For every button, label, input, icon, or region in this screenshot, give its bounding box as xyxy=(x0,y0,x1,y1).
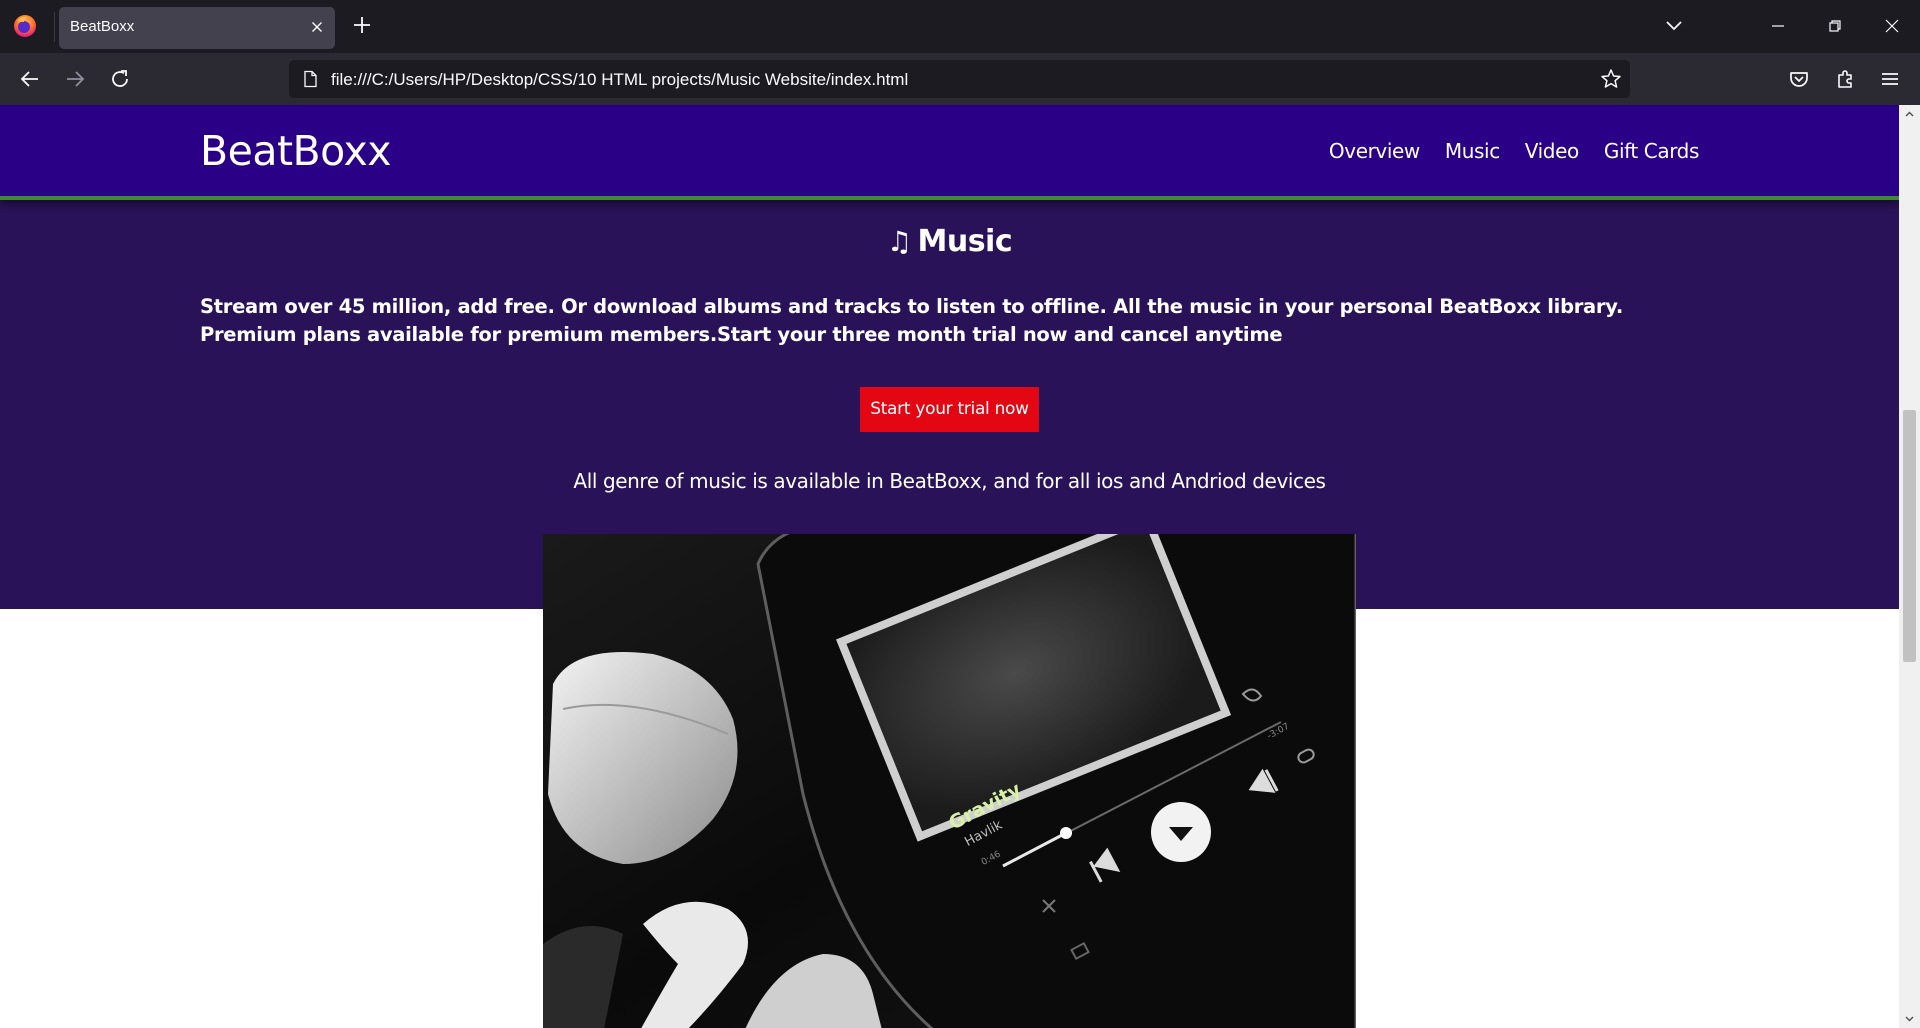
brand-logo[interactable]: BeatBoxx xyxy=(200,127,392,175)
music-note-icon: ♫ xyxy=(886,225,912,258)
scroll-up-arrow-icon[interactable] xyxy=(1903,108,1916,121)
firefox-logo-icon[interactable] xyxy=(12,13,38,39)
genre-text: All genre of music is available in BeatB… xyxy=(573,469,1326,493)
close-tab-icon[interactable] xyxy=(309,19,325,35)
page-scrollbar[interactable] xyxy=(1899,105,1920,1028)
scrollbar-thumb[interactable] xyxy=(1903,410,1916,662)
address-bar[interactable]: file:///C:/Users/HP/Desktop/CSS/10 HTML … xyxy=(289,60,1630,98)
menu-hamburger-icon[interactable] xyxy=(1877,66,1903,92)
back-arrow-icon[interactable] xyxy=(17,66,43,92)
tab-separator xyxy=(54,12,55,42)
start-trial-button[interactable]: Start your trial now xyxy=(860,387,1039,432)
forward-arrow-icon[interactable] xyxy=(62,66,88,92)
section-title-text: Music xyxy=(917,224,1013,259)
bookmark-star-icon[interactable] xyxy=(1600,68,1622,90)
active-tab[interactable]: BeatBoxx xyxy=(59,7,335,49)
nav-link-gift-cards[interactable]: Gift Cards xyxy=(1604,139,1700,163)
url-text[interactable]: file:///C:/Users/HP/Desktop/CSS/10 HTML … xyxy=(331,70,908,90)
browser-tab-bar: BeatBoxx xyxy=(0,0,1920,53)
close-window-icon[interactable] xyxy=(1880,14,1904,38)
restore-window-icon[interactable] xyxy=(1823,14,1847,38)
nav-link-overview[interactable]: Overview xyxy=(1329,139,1420,163)
scroll-down-arrow-icon[interactable] xyxy=(1903,1012,1916,1025)
music-description: Stream over 45 million, add free. Or dow… xyxy=(200,295,1623,346)
page-icon[interactable] xyxy=(301,70,319,88)
reload-icon[interactable] xyxy=(107,66,133,92)
nav-link-music[interactable]: Music xyxy=(1445,139,1500,163)
phone-earbuds-image: Gravity Havlik 0:46 -3:07 xyxy=(543,534,1356,1028)
music-player-photo: Gravity Havlik 0:46 -3:07 xyxy=(543,534,1356,1028)
tab-title: BeatBoxx xyxy=(70,18,135,35)
list-all-tabs-icon[interactable] xyxy=(1662,14,1686,38)
section-title: ♫ Music xyxy=(0,224,1899,259)
nav-link-video[interactable]: Video xyxy=(1525,139,1579,163)
pocket-icon[interactable] xyxy=(1786,66,1812,92)
minimize-window-icon[interactable] xyxy=(1766,14,1790,38)
new-tab-icon[interactable] xyxy=(350,13,374,37)
extensions-icon[interactable] xyxy=(1832,66,1858,92)
browser-nav-bar: file:///C:/Users/HP/Desktop/CSS/10 HTML … xyxy=(0,53,1920,105)
page-viewport: BeatBoxx Overview Music Video Gift Cards… xyxy=(0,105,1899,1028)
site-header: BeatBoxx Overview Music Video Gift Cards xyxy=(0,105,1899,200)
site-nav: Overview Music Video Gift Cards xyxy=(1329,139,1699,163)
